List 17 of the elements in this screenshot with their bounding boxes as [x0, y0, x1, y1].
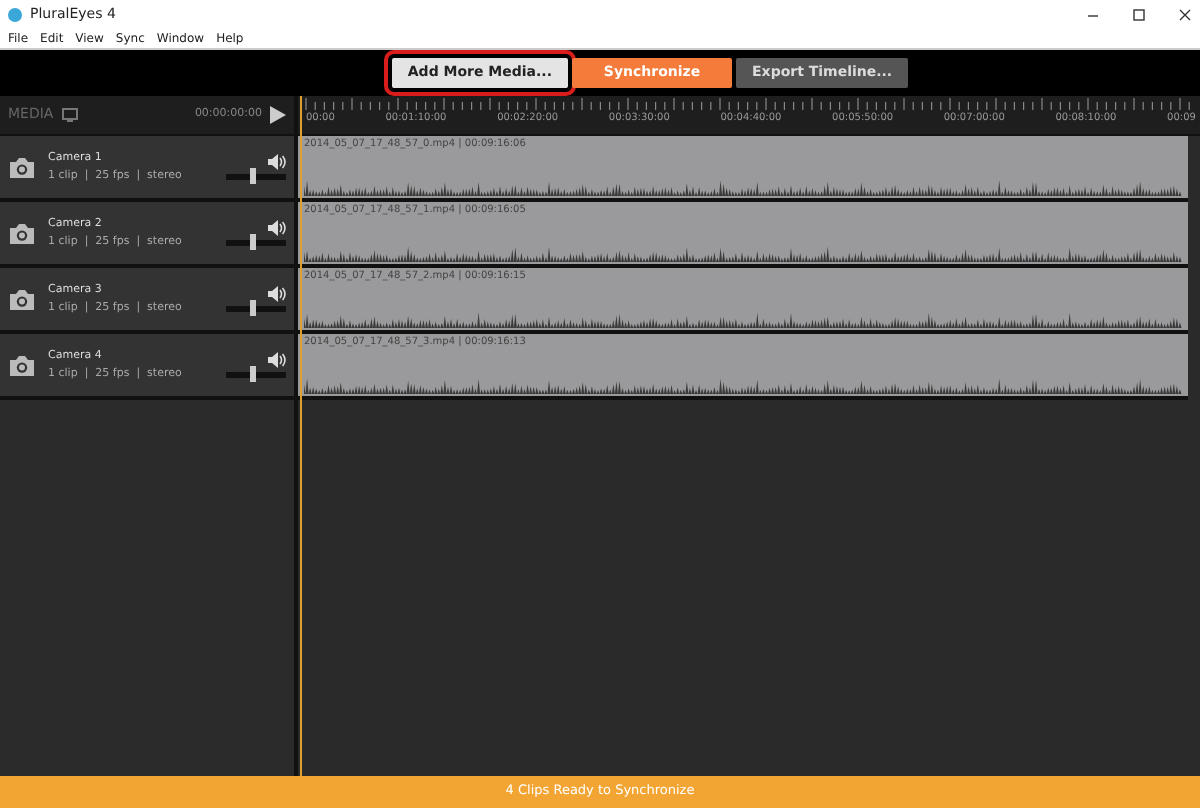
- camera-icon: [8, 156, 36, 178]
- speaker-icon[interactable]: [268, 352, 286, 368]
- app-logo-icon: [8, 7, 22, 21]
- monitor-icon: [61, 108, 78, 122]
- camera-icon: [8, 222, 36, 244]
- camera-icon: [8, 288, 36, 310]
- play-icon[interactable]: [270, 106, 286, 124]
- maximize-icon[interactable]: [1132, 7, 1146, 21]
- close-icon[interactable]: [1178, 7, 1192, 21]
- speaker-icon[interactable]: [268, 220, 286, 236]
- volume-slider[interactable]: [226, 174, 286, 180]
- volume-slider[interactable]: [226, 306, 286, 312]
- volume-slider[interactable]: [226, 240, 286, 246]
- speaker-icon[interactable]: [268, 154, 286, 170]
- camera-icon: [8, 354, 36, 376]
- volume-slider[interactable]: [226, 372, 286, 378]
- speaker-icon[interactable]: [268, 286, 286, 302]
